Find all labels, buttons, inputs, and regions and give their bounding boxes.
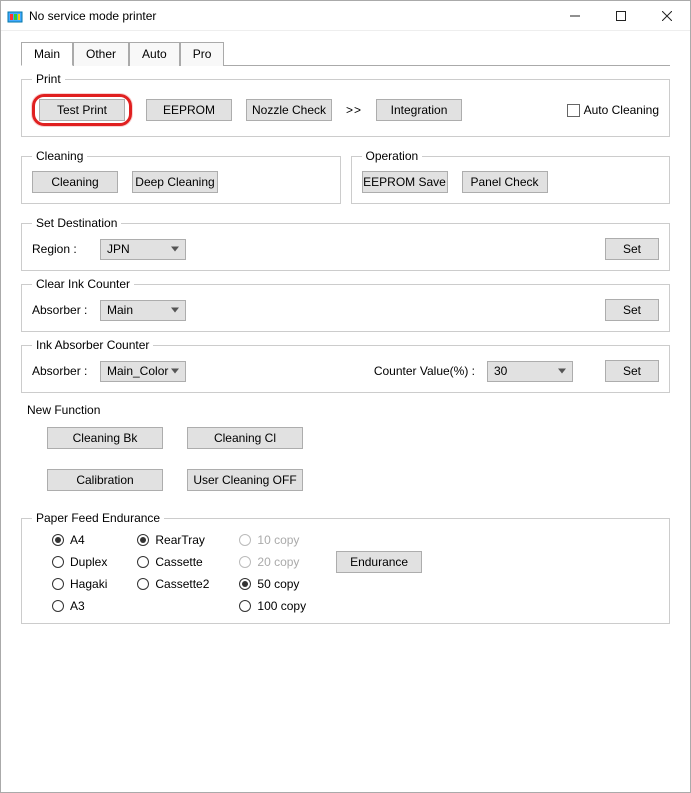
titlebar: No service mode printer bbox=[1, 1, 690, 31]
ink-absorber-set-button[interactable]: Set bbox=[605, 360, 659, 382]
radio-hagaki[interactable]: Hagaki bbox=[52, 577, 107, 591]
set-destination-set-button[interactable]: Set bbox=[605, 238, 659, 260]
operation-group: Operation EEPROM Save Panel Check bbox=[351, 149, 671, 204]
cleaning-bk-button[interactable]: Cleaning Bk bbox=[47, 427, 163, 449]
minimize-button[interactable] bbox=[552, 1, 598, 31]
radio-20copy: 20 copy bbox=[239, 555, 306, 569]
region-label: Region : bbox=[32, 242, 88, 256]
counter-value-select[interactable]: 30 bbox=[487, 361, 573, 382]
cleaning-legend: Cleaning bbox=[32, 149, 87, 163]
integration-button[interactable]: Integration bbox=[376, 99, 462, 121]
operation-legend: Operation bbox=[362, 149, 423, 163]
checkbox-icon bbox=[567, 104, 580, 117]
copy-count-column: 10 copy 20 copy 50 copy 100 copy bbox=[239, 533, 306, 613]
app-icon bbox=[7, 8, 23, 24]
ink-absorber-legend: Ink Absorber Counter bbox=[32, 338, 153, 352]
nozzle-check-button[interactable]: Nozzle Check bbox=[246, 99, 332, 121]
cleaning-cl-button[interactable]: Cleaning Cl bbox=[187, 427, 303, 449]
set-destination-group: Set Destination Region : JPN Set bbox=[21, 216, 670, 271]
test-print-button[interactable]: Test Print bbox=[39, 99, 125, 121]
window-title: No service mode printer bbox=[29, 9, 552, 23]
new-function-label: New Function bbox=[27, 403, 670, 417]
radio-10copy: 10 copy bbox=[239, 533, 306, 547]
radio-duplex[interactable]: Duplex bbox=[52, 555, 107, 569]
user-cleaning-off-button[interactable]: User Cleaning OFF bbox=[187, 469, 303, 491]
ink-absorber-select[interactable]: Main_Color bbox=[100, 361, 186, 382]
set-destination-legend: Set Destination bbox=[32, 216, 121, 230]
ink-absorber-label: Absorber : bbox=[32, 364, 88, 378]
clear-ink-set-button[interactable]: Set bbox=[605, 299, 659, 321]
tab-auto[interactable]: Auto bbox=[129, 42, 180, 66]
panel-check-button[interactable]: Panel Check bbox=[462, 171, 548, 193]
cleaning-group: Cleaning Cleaning Deep Cleaning bbox=[21, 149, 341, 204]
cleaning-button[interactable]: Cleaning bbox=[32, 171, 118, 193]
paper-feed-legend: Paper Feed Endurance bbox=[32, 511, 164, 525]
app-window: No service mode printer Main Other Auto … bbox=[0, 0, 691, 793]
region-select[interactable]: JPN bbox=[100, 239, 186, 260]
absorber-label: Absorber : bbox=[32, 303, 88, 317]
auto-cleaning-checkbox[interactable]: Auto Cleaning bbox=[567, 103, 659, 117]
paper-feed-group: Paper Feed Endurance A4 Duplex Hagaki A3… bbox=[21, 511, 670, 624]
print-group: Print Test Print EEPROM Nozzle Check >> … bbox=[21, 72, 670, 137]
radio-cassette[interactable]: Cassette bbox=[137, 555, 209, 569]
ink-absorber-group: Ink Absorber Counter Absorber : Main_Col… bbox=[21, 338, 670, 393]
deep-cleaning-button[interactable]: Deep Cleaning bbox=[132, 171, 218, 193]
paper-source-column: RearTray Cassette Cassette2 bbox=[137, 533, 209, 591]
maximize-button[interactable] bbox=[598, 1, 644, 31]
clear-ink-group: Clear Ink Counter Absorber : Main Set bbox=[21, 277, 670, 332]
radio-a4[interactable]: A4 bbox=[52, 533, 107, 547]
eeprom-button[interactable]: EEPROM bbox=[146, 99, 232, 121]
new-function-section: New Function Cleaning Bk Cleaning Cl Cal… bbox=[21, 403, 670, 491]
calibration-button[interactable]: Calibration bbox=[47, 469, 163, 491]
radio-50copy[interactable]: 50 copy bbox=[239, 577, 306, 591]
radio-reartray[interactable]: RearTray bbox=[137, 533, 209, 547]
radio-cassette2[interactable]: Cassette2 bbox=[137, 577, 209, 591]
close-button[interactable] bbox=[644, 1, 690, 31]
test-print-highlight: Test Print bbox=[32, 94, 132, 126]
counter-value-label: Counter Value(%) : bbox=[374, 364, 475, 378]
tab-other[interactable]: Other bbox=[73, 42, 129, 66]
eeprom-save-button[interactable]: EEPROM Save bbox=[362, 171, 448, 193]
tab-pro[interactable]: Pro bbox=[180, 42, 225, 66]
endurance-button[interactable]: Endurance bbox=[336, 551, 422, 573]
radio-a3[interactable]: A3 bbox=[52, 599, 107, 613]
clear-ink-legend: Clear Ink Counter bbox=[32, 277, 134, 291]
radio-100copy[interactable]: 100 copy bbox=[239, 599, 306, 613]
clear-ink-select[interactable]: Main bbox=[100, 300, 186, 321]
print-legend: Print bbox=[32, 72, 65, 86]
arrow-icon: >> bbox=[346, 103, 362, 117]
tab-main[interactable]: Main bbox=[21, 42, 73, 66]
tab-bar: Main Other Auto Pro bbox=[21, 41, 670, 66]
paper-size-column: A4 Duplex Hagaki A3 bbox=[52, 533, 107, 613]
